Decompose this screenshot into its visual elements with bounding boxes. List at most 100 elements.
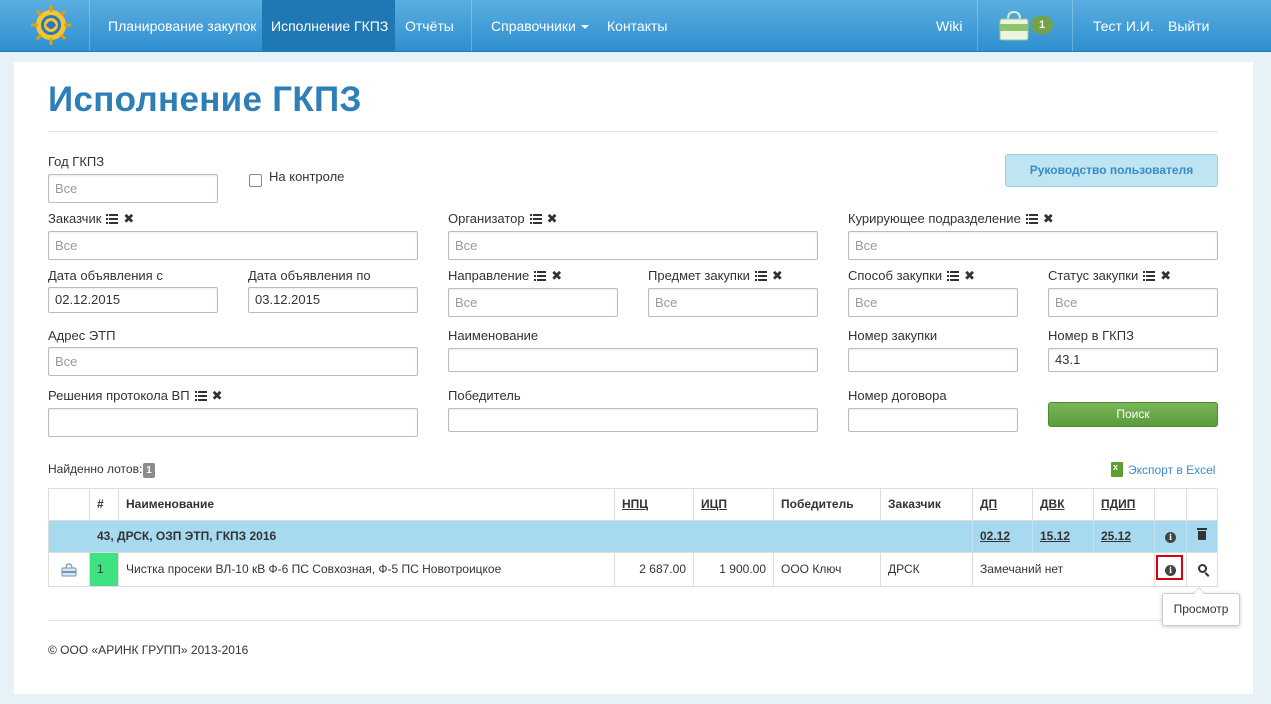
header-dvk[interactable]: ДВК: [1032, 489, 1093, 520]
list-icon[interactable]: [1025, 214, 1038, 224]
on-control-label: На контроле: [269, 169, 345, 184]
winner-input[interactable]: [448, 408, 818, 432]
basket-icon[interactable]: [998, 10, 1030, 42]
found-label: Найденно лотов:: [48, 462, 143, 476]
clear-icon[interactable]: ✖: [123, 212, 134, 225]
info-icon[interactable]: i: [1165, 532, 1176, 543]
direction-label-text: Направление: [448, 268, 530, 283]
found-lots: Найденно лотов: 1: [48, 462, 155, 478]
group-dp: 02.12: [972, 521, 1032, 552]
header-num: #: [89, 489, 118, 520]
header-icp[interactable]: ИЦП: [693, 489, 773, 520]
header-info-col: [1154, 489, 1186, 520]
date-to-input[interactable]: 03.12.2015: [248, 287, 418, 313]
top-navbar: Планирование закупок Исполнение ГКПЗ Отч…: [0, 0, 1271, 52]
nav-logout[interactable]: Выйти: [1159, 0, 1218, 51]
contract-number-label: Номер договора: [848, 388, 947, 403]
nav-reports[interactable]: Отчёты: [396, 0, 463, 51]
search-button[interactable]: Поиск: [1048, 402, 1218, 427]
header-dp[interactable]: ДП: [972, 489, 1032, 520]
found-count-badge: 1: [143, 463, 155, 478]
header-winner: Победитель: [773, 489, 880, 520]
protocol-select[interactable]: [48, 408, 418, 437]
nav-planning[interactable]: Планирование закупок: [99, 0, 265, 51]
date-from-input[interactable]: 02.12.2015: [48, 287, 218, 313]
group-dvk: 15.12: [1032, 521, 1093, 552]
etp-value: Все: [55, 354, 78, 369]
header-action-col: [1186, 489, 1217, 520]
row-customer: ДРСК: [880, 553, 972, 586]
clear-icon[interactable]: ✖: [1160, 269, 1171, 282]
gkpz-number-input[interactable]: 43.1: [1048, 348, 1218, 372]
highlight-box: [1156, 555, 1183, 580]
etp-select[interactable]: Все: [48, 347, 418, 376]
nav-contacts[interactable]: Контакты: [598, 0, 676, 51]
clear-icon[interactable]: ✖: [547, 212, 558, 225]
header-customer: Заказчик: [880, 489, 972, 520]
search-icon[interactable]: [1197, 564, 1207, 573]
row-remarks: Замечаний нет: [972, 553, 1154, 586]
basket-icon[interactable]: [61, 563, 77, 577]
method-select[interactable]: Все: [848, 288, 1018, 317]
chevron-down-icon: [580, 25, 589, 30]
nav-divider: [977, 0, 978, 51]
excel-icon: [1111, 462, 1123, 477]
name-input[interactable]: [448, 348, 818, 372]
year-label: Год ГКПЗ: [48, 154, 105, 169]
main-container: Исполнение ГКПЗ Год ГКПЗ Все На контроле…: [14, 62, 1253, 694]
purchase-number-label: Номер закупки: [848, 328, 938, 343]
lots-table: # Наименование НПЦ ИЦП Победитель Заказч…: [48, 488, 1218, 587]
clear-icon[interactable]: ✖: [551, 269, 562, 282]
organizer-label: Организатор ✖: [448, 211, 558, 226]
export-excel-link[interactable]: Экспорт в Excel: [1111, 462, 1215, 477]
nav-execution[interactable]: Исполнение ГКПЗ: [262, 0, 395, 51]
on-control-checkbox[interactable]: [249, 174, 262, 187]
user-guide-button[interactable]: Руководство пользователя: [1005, 154, 1218, 187]
group-title: 43, ДРСК, ОЗП ЭТП, ГКПЗ 2016: [97, 529, 277, 543]
row-npc: 2 687.00: [614, 553, 693, 586]
curating-select[interactable]: Все: [848, 231, 1218, 260]
list-icon[interactable]: [106, 214, 119, 224]
nav-user[interactable]: Тест И.И.: [1084, 0, 1163, 51]
nav-divider: [89, 0, 90, 51]
company-logo[interactable]: [26, 3, 76, 47]
header-npc[interactable]: НПЦ: [614, 489, 693, 520]
organizer-value: Все: [455, 238, 478, 253]
table-row: 1 Чистка просеки ВЛ-10 кВ Ф-6 ПС Совхозн…: [49, 553, 1217, 586]
subject-value: Все: [655, 295, 678, 310]
list-icon[interactable]: [194, 391, 207, 401]
list-icon[interactable]: [534, 271, 547, 281]
year-value: Все: [55, 181, 78, 196]
direction-label: Направление ✖: [448, 268, 562, 283]
nav-references[interactable]: Справочники: [482, 0, 598, 51]
tooltip-view: Просмотр: [1162, 587, 1240, 626]
clear-icon[interactable]: ✖: [212, 389, 223, 402]
subject-select[interactable]: Все: [648, 288, 818, 317]
header-pdip[interactable]: ПДИП: [1093, 489, 1154, 520]
clear-icon[interactable]: ✖: [964, 269, 975, 282]
row-number: 1: [89, 553, 118, 586]
protocol-label-text: Решения протокола ВП: [48, 388, 190, 403]
method-value: Все: [855, 295, 878, 310]
curating-value: Все: [855, 238, 878, 253]
nav-divider: [471, 0, 472, 51]
list-icon[interactable]: [947, 271, 960, 281]
row-winner: ООО Ключ: [773, 553, 880, 586]
list-icon[interactable]: [1143, 271, 1156, 281]
purchase-number-input[interactable]: [848, 348, 1018, 372]
method-label-text: Способ закупки: [848, 268, 943, 283]
list-icon[interactable]: [754, 271, 767, 281]
year-select[interactable]: Все: [48, 174, 218, 203]
contract-number-input[interactable]: [848, 408, 1018, 432]
status-select[interactable]: Все: [1048, 288, 1218, 317]
nav-wiki[interactable]: Wiki: [927, 0, 971, 51]
clear-icon[interactable]: ✖: [1043, 212, 1054, 225]
organizer-select[interactable]: Все: [448, 231, 818, 260]
clear-icon[interactable]: ✖: [772, 269, 783, 282]
list-icon[interactable]: [529, 214, 542, 224]
customer-select[interactable]: Все: [48, 231, 418, 260]
trash-icon[interactable]: [1197, 528, 1207, 540]
curating-label-text: Курирующее подразделение: [848, 211, 1021, 226]
protocol-label: Решения протокола ВП ✖: [48, 388, 222, 403]
direction-select[interactable]: Все: [448, 288, 618, 317]
